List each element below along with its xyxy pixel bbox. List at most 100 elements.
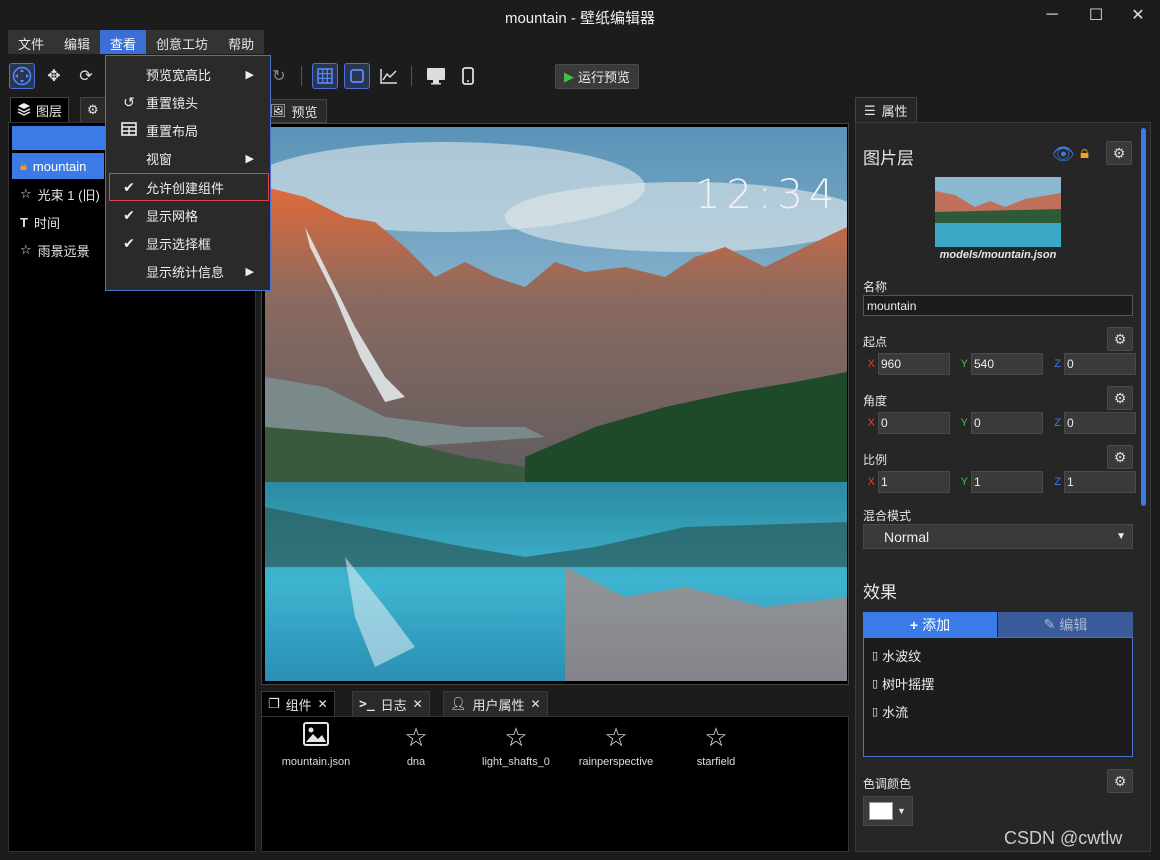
grid-icon[interactable] (312, 63, 338, 89)
minimize-button[interactable]: ─ (1030, 0, 1074, 30)
angle-y-field[interactable]: 0 (971, 412, 1043, 434)
gear-icon[interactable]: ⚙ (1107, 327, 1133, 351)
close-icon[interactable]: ✕ (413, 697, 423, 711)
menu-item-reset-camera[interactable]: ↺ 重置镜头 (106, 89, 270, 115)
menu-item-show-grid[interactable]: ✔ 显示网格 (106, 202, 270, 228)
mobile-icon[interactable] (455, 63, 481, 89)
origin-x-field[interactable]: 960 (878, 353, 950, 375)
menu-file[interactable]: 文件 (8, 30, 54, 54)
angle-label: 角度 (863, 394, 888, 408)
angle-x-field[interactable]: 0 (878, 412, 950, 434)
component-label: light_shafts_0 (482, 756, 550, 768)
tab-components[interactable]: ❐ 组件 ✕ (261, 691, 335, 717)
tab-properties[interactable]: ☰ 属性 (855, 97, 917, 123)
desktop-icon[interactable] (423, 63, 449, 89)
tab-settings[interactable]: ⚙ (80, 97, 106, 123)
lock-icon: 🔒︎ (20, 158, 27, 173)
star-icon: ☆ (20, 186, 32, 201)
menu-item-label: 预览宽高比 (146, 67, 212, 83)
menu-edit[interactable]: 编辑 (54, 30, 100, 54)
close-icon[interactable]: ✕ (531, 697, 541, 711)
angle-z-field[interactable]: 0 (1064, 412, 1136, 434)
gear-icon[interactable]: ⚙ (1107, 445, 1133, 469)
check-icon: ✔ (123, 206, 135, 223)
menu-item-label: 显示选择框 (146, 236, 212, 252)
component-item[interactable]: mountain.json (266, 722, 366, 768)
scale-z-field[interactable]: 1 (1064, 471, 1136, 493)
layer-label: 雨景远景 (37, 243, 90, 259)
axis-x-label: X (867, 476, 875, 488)
list-item[interactable]: ▯ 树叶摇摆 (872, 674, 934, 693)
component-item[interactable]: ☆ light_shafts_0 (466, 722, 566, 768)
component-item[interactable]: ☆ dna (366, 722, 466, 768)
gear-icon[interactable]: ⚙ (1107, 386, 1133, 410)
scale-label: 比例 (863, 453, 888, 467)
add-effect-label: 添加 (922, 616, 951, 633)
tab-properties-label: 属性 (881, 104, 908, 119)
menu-item-show-stats[interactable]: 显示统计信息 ▶ (106, 258, 270, 284)
tint-color-picker[interactable]: ▼ (863, 796, 913, 826)
rotate-icon[interactable]: ⟳ (73, 63, 99, 89)
edit-effect-button[interactable]: ✎ 编辑 (998, 612, 1133, 637)
scale-x-field[interactable]: 1 (878, 471, 950, 493)
watermark: CSDN @cwtlw (1004, 828, 1123, 848)
origin-z-field[interactable]: 0 (1064, 353, 1136, 375)
move-icon[interactable]: ✥ (41, 63, 67, 89)
model-path: models/mountain.json (939, 249, 1057, 261)
menu-workshop[interactable]: 创意工坊 (146, 30, 218, 54)
tab-log[interactable]: >_ 日志 ✕ (352, 691, 430, 717)
menu-item-viewport[interactable]: 视窗 ▶ (106, 145, 270, 171)
tab-preview-label: 预览 (291, 104, 318, 120)
maximize-button[interactable]: ☐ (1074, 0, 1118, 30)
menu-view[interactable]: 查看 (100, 30, 147, 54)
clock-overlay-text[interactable]: 12:34 (695, 172, 840, 218)
tab-layers[interactable]: 图层 (10, 97, 70, 123)
component-label: dna (406, 756, 426, 768)
gear-icon[interactable]: ⚙ (1107, 769, 1133, 793)
tab-user-properties[interactable]: 👤︎ 用户属性 ✕ (443, 691, 548, 717)
list-item[interactable]: ▯ 水流 (872, 702, 908, 721)
properties-scrollbar[interactable] (1141, 128, 1146, 506)
component-item[interactable]: ☆ rainperspective (566, 722, 666, 768)
menu-item-reset-layout[interactable]: 重置布局 (106, 117, 270, 143)
close-button[interactable]: ✕ (1116, 0, 1160, 30)
lock-icon[interactable]: 🔒︎ (1080, 143, 1089, 163)
scale-y-field[interactable]: 1 (971, 471, 1043, 493)
gear-icon[interactable]: ⚙ (1106, 141, 1132, 165)
axis-z-label: Z (1054, 358, 1061, 370)
table-icon (120, 121, 138, 139)
origin-y-field[interactable]: 540 (971, 353, 1043, 375)
name-field[interactable]: mountain (863, 295, 1133, 316)
axis-y-label: Y (960, 417, 968, 429)
menubar: 文件 编辑 查看 创意工坊 帮助 (8, 30, 265, 54)
menu-item-show-selection-box[interactable]: ✔ 显示选择框 (106, 230, 270, 256)
eye-icon[interactable]: 👁︎ (1052, 144, 1075, 165)
layer-item[interactable]: 🔒︎ mountain (12, 153, 104, 179)
selection-box-icon[interactable] (344, 63, 370, 89)
list-item[interactable]: ▯ 水波纹 (872, 646, 921, 665)
tab-user-properties-label: 用户属性 (472, 697, 525, 713)
move-camera-tool-icon[interactable] (9, 63, 35, 89)
run-preview-button[interactable]: ▶ 运行预览 (555, 64, 640, 89)
menu-item-label: 显示网格 (146, 208, 199, 224)
axis-y-label: Y (960, 358, 968, 370)
menu-item-allow-create-components[interactable]: ✔ 允许创建组件 (109, 173, 269, 201)
layer-thumbnail[interactable] (935, 177, 1061, 247)
component-item[interactable]: ☆ starfield (666, 722, 766, 768)
gear-icon: ⚙ (87, 102, 99, 117)
edit-icon: ✎ (1043, 616, 1056, 632)
menu-item-label: 重置镜头 (146, 95, 199, 111)
close-icon[interactable]: ✕ (318, 697, 328, 711)
blend-mode-value: Normal (884, 528, 930, 545)
stats-chart-icon[interactable] (376, 63, 402, 89)
effect-label: 树叶摇摆 (882, 677, 935, 692)
menu-item-aspect-ratio[interactable]: 预览宽高比 ▶ (106, 61, 270, 87)
add-effect-button[interactable]: + 添加 (863, 612, 997, 637)
effect-label: 水流 (882, 705, 909, 720)
tab-layers-label: 图层 (36, 104, 63, 119)
menu-item-label: 显示统计信息 (146, 264, 225, 280)
file-icon: ▯ (872, 678, 879, 690)
menu-help[interactable]: 帮助 (218, 30, 264, 54)
star-icon: ☆ (504, 722, 528, 752)
blend-mode-select[interactable]: Normal ▼ (863, 524, 1133, 549)
